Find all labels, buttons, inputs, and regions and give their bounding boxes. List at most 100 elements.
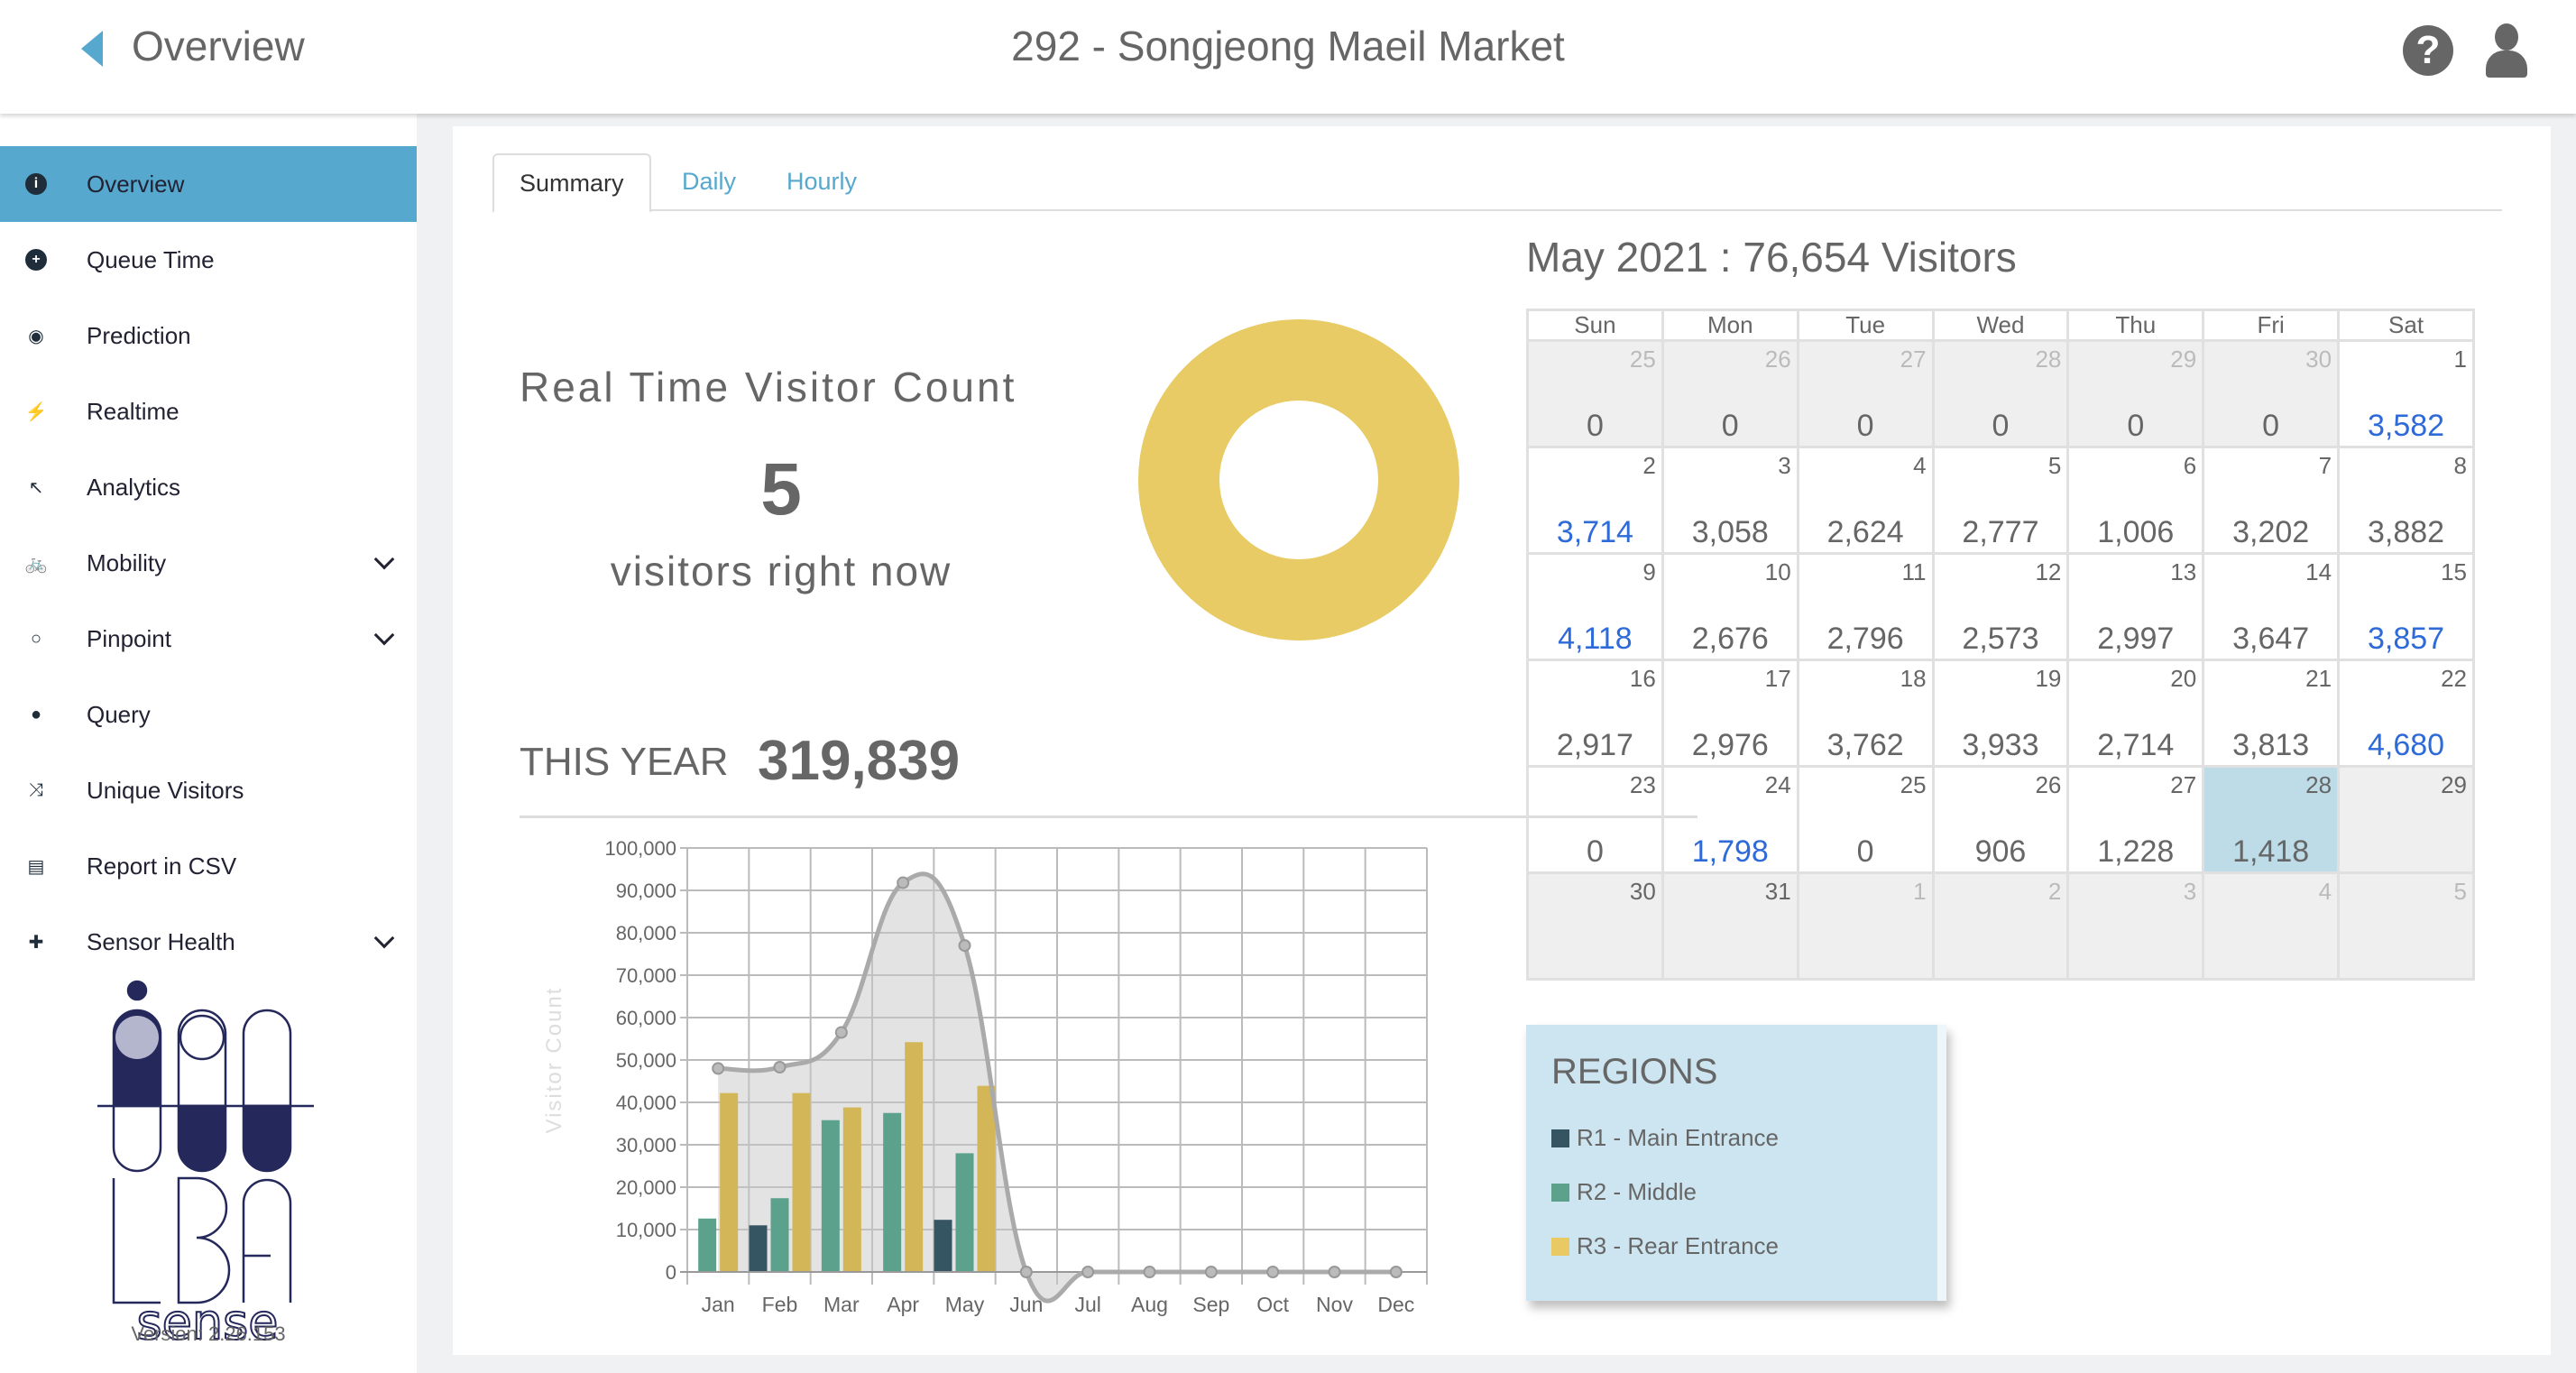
calendar-day-cell[interactable]: 7 3,202: [2202, 446, 2341, 555]
calendar-day-cell[interactable]: 15 3,857: [2337, 552, 2475, 661]
calendar-day-cell[interactable]: 26 0: [1661, 339, 1799, 448]
calendar-day-cell[interactable]: 29: [2337, 765, 2475, 874]
day-visitor-count: 3,857: [2367, 622, 2445, 656]
day-number: 30: [2305, 346, 2332, 373]
x-tick-label: Feb: [762, 1293, 798, 1316]
calendar-day-cell[interactable]: 2: [1931, 871, 2070, 981]
main-card: Summary Daily Hourly Real Time Visitor C…: [453, 126, 2551, 1355]
user-icon[interactable]: [2486, 23, 2527, 78]
calendar-day-cell[interactable]: 10 2,676: [1661, 552, 1799, 661]
tab-hourly[interactable]: Hourly: [761, 153, 882, 211]
x-tick-label: Jan: [702, 1293, 735, 1316]
chevron-down-icon[interactable]: [373, 624, 395, 646]
regions-legend: REGIONS R1 - Main Entrance R2 - Middle R3 …: [1526, 1025, 1946, 1301]
calendar-day-cell[interactable]: 24 1,798: [1661, 765, 1799, 874]
calendar-day-cell[interactable]: 18 3,762: [1796, 659, 1935, 768]
calendar-day-cell[interactable]: 25 0: [1526, 339, 1664, 448]
calendar-day-cell[interactable]: 5 2,777: [1931, 446, 2070, 555]
calendar-day-cell[interactable]: 5: [2337, 871, 2475, 981]
calendar-day-cell[interactable]: 1: [1796, 871, 1935, 981]
day-visitor-count: 1,418: [2232, 834, 2310, 869]
calendar-day-cell[interactable]: 22 4,680: [2337, 659, 2475, 768]
total-point-oct: [1266, 1266, 1280, 1278]
calendar-day-cell[interactable]: 16 2,917: [1526, 659, 1664, 768]
calendar-week-row: 30 31 1 2 3 4 5: [1526, 871, 2475, 981]
day-visitor-count: 906: [1974, 834, 2027, 869]
day-visitor-count: 0: [2127, 409, 2145, 443]
day-number: 3: [2183, 878, 2197, 905]
calendar-day-cell[interactable]: 14 3,647: [2202, 552, 2341, 661]
logo-letter-l: [112, 1178, 161, 1304]
sidebar-item-sensor-health[interactable]: ✚ Sensor Health: [0, 904, 417, 980]
calendar-day-cell[interactable]: 28 1,418: [2202, 765, 2341, 874]
calendar-day-cell[interactable]: 21 3,813: [2202, 659, 2341, 768]
calendar-day-cell[interactable]: 17 2,976: [1661, 659, 1799, 768]
calendar-day-cell[interactable]: 12 2,573: [1931, 552, 2070, 661]
calendar-day-cell[interactable]: 25 0: [1796, 765, 1935, 874]
top-bar: Overview 292 - Songjeong Maeil Market ?: [0, 0, 2576, 114]
sidebar-item-queue-time[interactable]: + Queue Time: [0, 222, 417, 298]
sidebar-item-analytics[interactable]: ↖ Analytics: [0, 449, 417, 525]
sidebar-item-query[interactable]: ● Query: [0, 677, 417, 752]
calendar-day-cell[interactable]: 30 0: [2202, 339, 2341, 448]
calendar-day-cell[interactable]: 30: [1526, 871, 1664, 981]
tab-daily[interactable]: Daily: [657, 153, 761, 211]
calendar-day-cell[interactable]: 4: [2202, 871, 2341, 981]
calendar-day-cell[interactable]: 27 0: [1796, 339, 1935, 448]
calendar-day-cell[interactable]: 2 3,714: [1526, 446, 1664, 555]
sidebar-item-label: Queue Time: [87, 245, 215, 273]
day-number: 18: [1900, 665, 1927, 692]
total-point-dec: [1389, 1266, 1403, 1278]
calendar-day-cell[interactable]: 19 3,933: [1931, 659, 2070, 768]
region-label: R2 - Middle: [1577, 1178, 1697, 1205]
calendar-day-cell[interactable]: 4 2,624: [1796, 446, 1935, 555]
y-tick-label: 10,000: [616, 1219, 676, 1241]
sidebar-item-overview[interactable]: i Overview: [0, 146, 417, 222]
x-tick-label: Mar: [823, 1293, 860, 1316]
calendar-day-cell[interactable]: 11 2,796: [1796, 552, 1935, 661]
bar-r2-may: [955, 1153, 974, 1272]
calendar-day-cell[interactable]: 9 4,118: [1526, 552, 1664, 661]
calendar-day-cell[interactable]: 28 0: [1931, 339, 2070, 448]
chevron-down-icon[interactable]: [373, 927, 395, 949]
sidebar-item-label: Sensor Health: [87, 927, 235, 955]
sidebar-item-label: Mobility: [87, 548, 167, 576]
calendar-day-cell[interactable]: 3 3,058: [1661, 446, 1799, 555]
day-number: 28: [2305, 771, 2332, 798]
day-number: 6: [2183, 452, 2197, 479]
calendar-day-cell[interactable]: 26 906: [1931, 765, 2070, 874]
calendar-day-cell[interactable]: 6 1,006: [2066, 446, 2205, 555]
calendar-day-cell[interactable]: 8 3,882: [2337, 446, 2475, 555]
calendar-day-cell[interactable]: 13 2,997: [2066, 552, 2205, 661]
sidebar-item-mobility[interactable]: 🚲 Mobility: [0, 525, 417, 601]
calendar-day-cell[interactable]: 3: [2066, 871, 2205, 981]
calendar-day-cell[interactable]: 20 2,714: [2066, 659, 2205, 768]
realtime-subtitle: visitors right now: [610, 548, 952, 594]
day-visitor-count: 3,813: [2232, 728, 2310, 762]
question-circle-icon[interactable]: ?: [2403, 25, 2453, 76]
tab-summary[interactable]: Summary: [492, 153, 651, 213]
x-tick-label: Sep: [1192, 1293, 1229, 1316]
back-arrow-icon[interactable]: [81, 31, 103, 67]
sidebar-item-prediction[interactable]: ◉ Prediction: [0, 298, 417, 373]
day-number: 30: [1629, 878, 1656, 905]
day-visitor-count: 2,676: [1691, 622, 1769, 656]
calendar-day-cell[interactable]: 23 0: [1526, 765, 1664, 874]
day-number: 4: [1913, 452, 1927, 479]
sidebar-item-unique-visitors[interactable]: ⤨ Unique Visitors: [0, 752, 417, 828]
day-visitor-count: 0: [2262, 409, 2280, 443]
bar-r3-feb: [792, 1092, 811, 1272]
calendar-day-cell[interactable]: 29 0: [2066, 339, 2205, 448]
day-number: 3: [1778, 452, 1791, 479]
sidebar-item-pinpoint[interactable]: ○ Pinpoint: [0, 601, 417, 677]
calendar-week-row: 16 2,917 17 2,976 18 3,762 19 3,933 20 2,714 21 3,8…: [1526, 659, 2475, 768]
calendar-day-cell[interactable]: 1 3,582: [2337, 339, 2475, 448]
calendar-day-cell[interactable]: 31: [1661, 871, 1799, 981]
trend-line-icon: ↖: [28, 477, 44, 498]
sidebar-item-report-in-csv[interactable]: ▤ Report in CSV: [0, 828, 417, 904]
chevron-down-icon[interactable]: [373, 548, 395, 570]
sidebar-item-realtime[interactable]: ⚡ Realtime: [0, 373, 417, 449]
calendar-day-cell[interactable]: 27 1,228: [2066, 765, 2205, 874]
calendar-weekday-row: Sun Mon Tue Wed Thu Fri Sat: [1526, 309, 2475, 342]
this-year-label: THIS YEAR: [520, 740, 729, 784]
